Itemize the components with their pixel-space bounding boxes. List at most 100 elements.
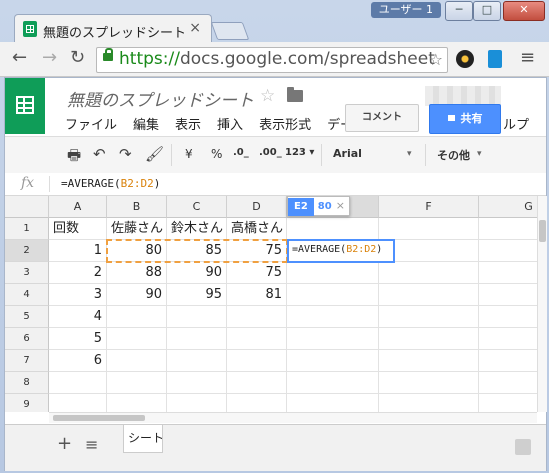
menu-edit[interactable]: 編集 [133, 114, 159, 133]
row-header-5[interactable]: 5 [5, 306, 49, 328]
cell-f4[interactable] [379, 284, 479, 306]
tab-close-icon[interactable]: × [189, 20, 201, 36]
cell-g2[interactable] [479, 240, 537, 262]
redo-icon[interactable]: ↷ [119, 145, 132, 163]
cell-b4[interactable]: 90 [107, 284, 167, 306]
cell-b6[interactable] [107, 328, 167, 350]
vertical-scrollbar[interactable] [537, 196, 547, 412]
cell-b8[interactable] [107, 372, 167, 394]
cell-b5[interactable] [107, 306, 167, 328]
cell-g9[interactable] [479, 394, 537, 412]
address-bar[interactable]: https://docs.google.com/spreadsheet ☆ [96, 47, 448, 73]
cell-f7[interactable] [379, 350, 479, 372]
cell-c7[interactable] [167, 350, 227, 372]
cell-editor[interactable]: =AVERAGE(B2:D2) [287, 239, 395, 263]
cell-g8[interactable] [479, 372, 537, 394]
currency-format-button[interactable]: ¥ [185, 147, 193, 161]
cell-f3[interactable] [379, 262, 479, 284]
cell-c4[interactable]: 95 [167, 284, 227, 306]
cell-e3[interactable] [287, 262, 379, 284]
decrease-decimal-button[interactable]: .0_ [233, 147, 249, 158]
cell-c2[interactable]: 85 [167, 240, 227, 262]
cell-c9[interactable] [167, 394, 227, 412]
all-sheets-icon[interactable]: ≡ [85, 435, 98, 454]
column-header-b[interactable]: B [107, 196, 167, 218]
menu-file[interactable]: ファイル [65, 114, 117, 133]
column-header-d[interactable]: D [227, 196, 287, 218]
cell-a4[interactable]: 3 [49, 284, 107, 306]
cell-c5[interactable] [167, 306, 227, 328]
menu-view[interactable]: 表示 [175, 114, 201, 133]
cell-f8[interactable] [379, 372, 479, 394]
row-header-4[interactable]: 4 [5, 284, 49, 306]
cell-d1[interactable]: 高橋さん [227, 218, 287, 240]
close-window-button[interactable]: ✕ [503, 1, 545, 21]
cell-a6[interactable]: 5 [49, 328, 107, 350]
cell-g3[interactable] [479, 262, 537, 284]
cell-e1[interactable] [287, 218, 379, 240]
cell-d3[interactable]: 75 [227, 262, 287, 284]
row-header-8[interactable]: 8 [5, 372, 49, 394]
cell-a9[interactable] [49, 394, 107, 412]
row-header-1[interactable]: 1 [5, 218, 49, 240]
cell-b2[interactable]: 80 [107, 240, 167, 262]
more-formats-button[interactable]: 123 ▾ [285, 147, 314, 158]
column-header-c[interactable]: C [167, 196, 227, 218]
sheets-logo[interactable] [5, 78, 45, 134]
folder-icon[interactable] [287, 87, 303, 102]
row-header-6[interactable]: 6 [5, 328, 49, 350]
cell-d7[interactable] [227, 350, 287, 372]
cell-d4[interactable]: 81 [227, 284, 287, 306]
cell-e7[interactable] [287, 350, 379, 372]
cell-b9[interactable] [107, 394, 167, 412]
cell-c1[interactable]: 鈴木さん [167, 218, 227, 240]
cell-f9[interactable] [379, 394, 479, 412]
column-header-g[interactable]: G [479, 196, 537, 218]
cell-g1[interactable] [479, 218, 537, 240]
cell-b7[interactable] [107, 350, 167, 372]
cell-e8[interactable] [287, 372, 379, 394]
cell-b1[interactable]: 佐藤さん [107, 218, 167, 240]
increase-decimal-button[interactable]: .00_ [259, 147, 282, 158]
cell-e6[interactable] [287, 328, 379, 350]
scroll-thumb[interactable] [539, 220, 546, 242]
comment-button[interactable]: コメント [345, 104, 419, 132]
cell-a2[interactable]: 1 [49, 240, 107, 262]
forward-icon[interactable]: → [42, 49, 57, 67]
evernote-extension-icon[interactable] [488, 50, 502, 68]
cell-d6[interactable] [227, 328, 287, 350]
extension-icon[interactable] [456, 50, 474, 68]
bookmark-star-icon[interactable]: ☆ [429, 50, 443, 69]
percent-format-button[interactable]: % [211, 147, 222, 161]
cell-g6[interactable] [479, 328, 537, 350]
cell-c8[interactable] [167, 372, 227, 394]
add-sheet-icon[interactable]: + [57, 433, 72, 454]
undo-icon[interactable]: ↶ [93, 145, 106, 163]
font-select[interactable]: Arial [333, 147, 362, 160]
paint-format-icon[interactable]: 🖌 [145, 145, 164, 163]
scroll-thumb[interactable] [53, 415, 145, 421]
document-title[interactable]: 無題のスプレッドシート [67, 86, 254, 111]
cell-e9[interactable] [287, 394, 379, 412]
select-all-corner[interactable] [5, 196, 49, 218]
more-button[interactable]: その他 [437, 147, 470, 163]
cell-a3[interactable]: 2 [49, 262, 107, 284]
formula-input[interactable]: =AVERAGE(B2:D2) [61, 177, 160, 190]
preview-close-icon[interactable]: × [336, 197, 349, 215]
maximize-button[interactable]: □ [473, 1, 501, 21]
new-tab-button[interactable] [210, 22, 250, 40]
cell-f1[interactable] [379, 218, 479, 240]
font-dropdown-icon[interactable]: ▾ [407, 149, 412, 159]
cell-a5[interactable]: 4 [49, 306, 107, 328]
cell-a7[interactable]: 6 [49, 350, 107, 372]
profile-badge[interactable]: ユーザー 1 [370, 2, 441, 18]
share-button[interactable]: 共有 [429, 104, 501, 134]
more-dropdown-icon[interactable]: ▾ [477, 149, 482, 159]
row-header-9[interactable]: 9 [5, 394, 49, 412]
star-document-icon[interactable]: ☆ [260, 86, 275, 106]
reload-icon[interactable]: ↻ [70, 49, 85, 67]
column-header-a[interactable]: A [49, 196, 107, 218]
print-icon[interactable]: 🖶 [67, 145, 81, 170]
menu-help[interactable]: ルプ [503, 114, 529, 133]
cell-a8[interactable] [49, 372, 107, 394]
